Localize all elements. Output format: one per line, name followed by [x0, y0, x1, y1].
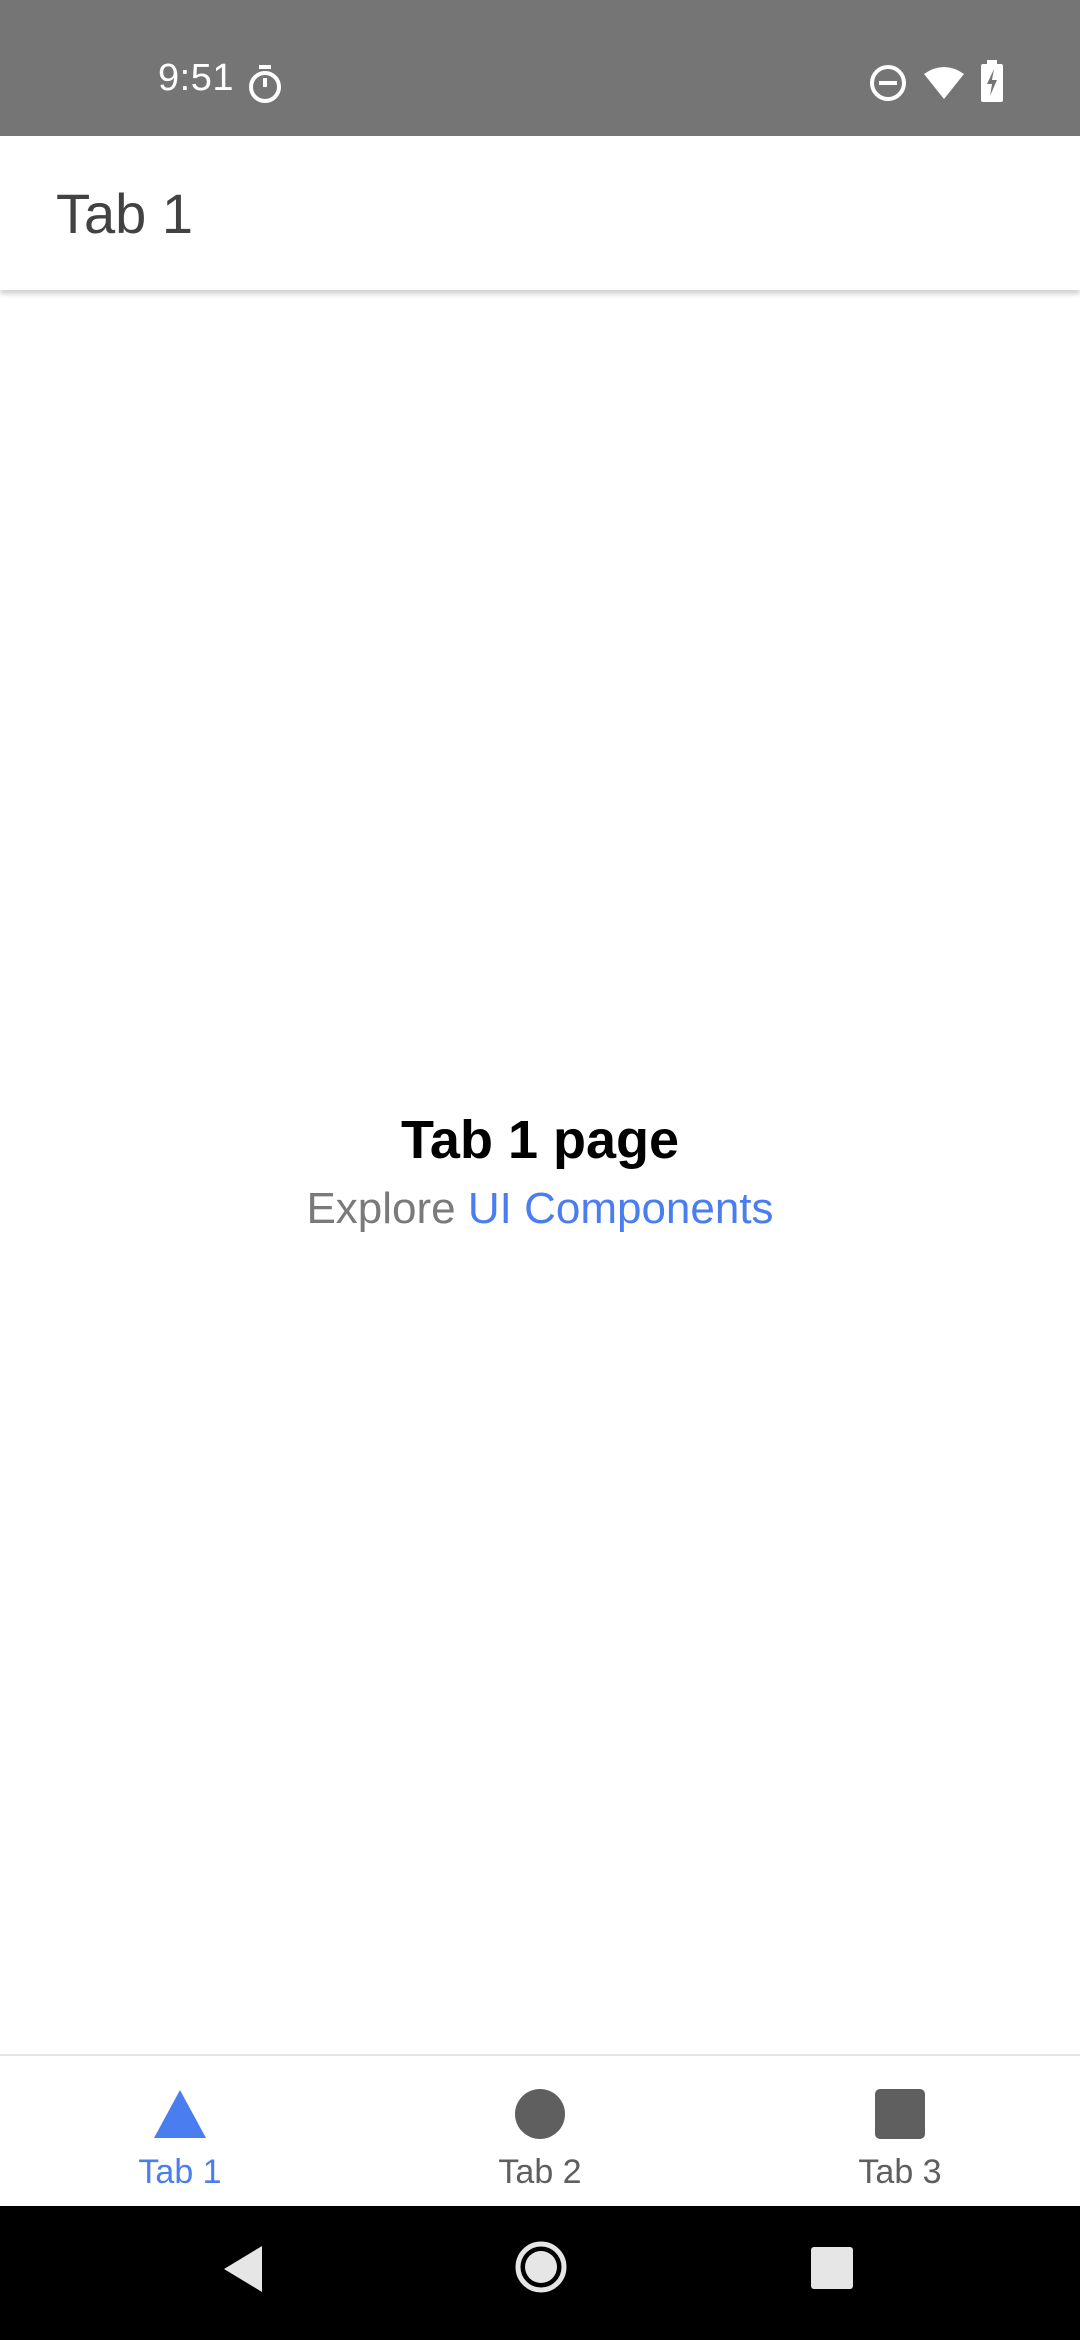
circle-icon — [515, 2089, 565, 2139]
home-icon[interactable] — [514, 2240, 568, 2294]
page-title: Tab 1 page — [400, 1110, 680, 1170]
ui-components-link[interactable]: UI Components — [468, 1184, 774, 1233]
battery-charging-icon — [981, 60, 1003, 102]
header-title: Tab 1 — [56, 182, 193, 245]
back-icon[interactable] — [222, 2244, 264, 2294]
tab-3-label: Tab 3 — [858, 2153, 942, 2191]
explore-prefix: Explore — [306, 1184, 468, 1233]
wifi-icon — [924, 67, 964, 99]
status-time: 9:51 — [158, 57, 234, 99]
timer-icon — [249, 65, 281, 103]
app-header: Tab 1 — [0, 136, 1080, 290]
tab-3[interactable]: Tab 3 — [720, 2056, 1080, 2206]
triangle-icon — [154, 2090, 206, 2138]
recents-icon[interactable] — [810, 2246, 854, 2290]
square-icon — [875, 2089, 925, 2139]
system-nav-bar — [0, 2206, 1080, 2340]
tab-bar: Tab 1 Tab 2 Tab 3 — [0, 2054, 1080, 2206]
tab-1[interactable]: Tab 1 — [0, 2056, 360, 2206]
main-content: Tab 1 page Explore UI Components — [0, 290, 1080, 2054]
explore-text: Explore UI Components — [0, 1182, 1080, 1236]
do-not-disturb-icon — [870, 65, 906, 101]
empty-state: Tab 1 page Explore UI Components — [0, 1108, 1080, 1236]
tab-2-label: Tab 2 — [498, 2153, 582, 2191]
status-bar: 9:51 — [0, 0, 1080, 136]
tab-1-label: Tab 1 — [138, 2153, 222, 2191]
tab-2[interactable]: Tab 2 — [360, 2056, 720, 2206]
